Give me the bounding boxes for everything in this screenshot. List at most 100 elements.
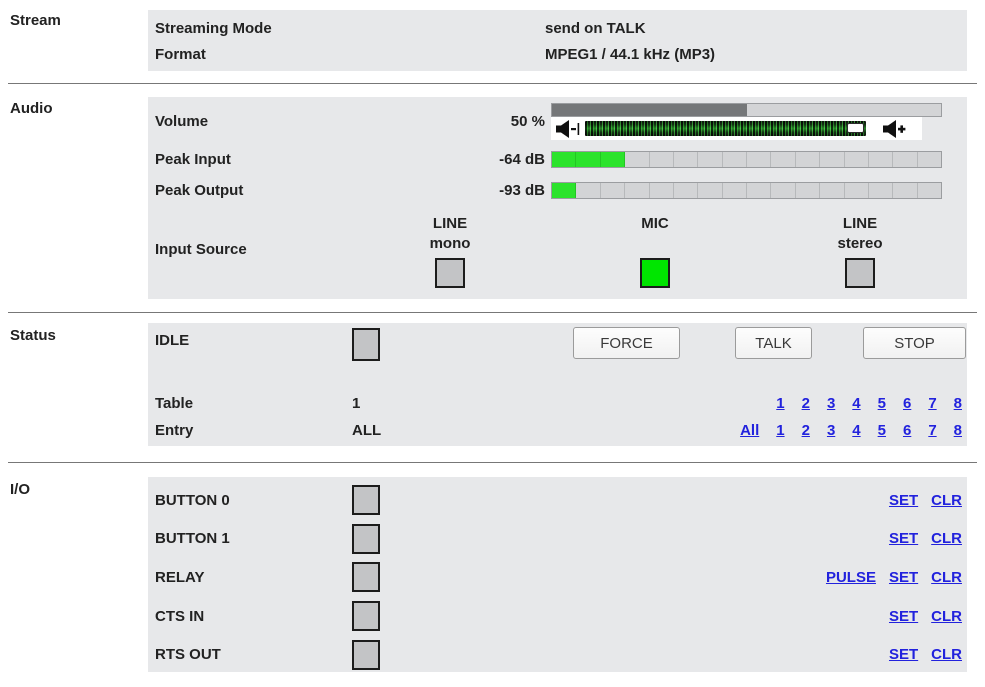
table-link-4[interactable]: 4 bbox=[852, 395, 860, 412]
entry-value: ALL bbox=[352, 422, 723, 439]
meter-segment bbox=[723, 152, 747, 167]
meter-segment bbox=[845, 183, 869, 198]
meter-segment bbox=[918, 152, 941, 167]
io-panel: BUTTON 0 SET CLR BUTTON 1 SET CLR RELAY PULSE SE… bbox=[148, 477, 967, 672]
io-link-clr[interactable]: CLR bbox=[931, 530, 962, 547]
option-sublabel: mono bbox=[405, 235, 495, 258]
entry-link-1[interactable]: 1 bbox=[776, 422, 784, 439]
table-value: 1 bbox=[352, 395, 759, 412]
meter-segment bbox=[918, 183, 941, 198]
entry-link-3[interactable]: 3 bbox=[827, 422, 835, 439]
streaming-mode-value: send on TALK bbox=[545, 20, 646, 37]
volume-bar-stack bbox=[551, 103, 942, 140]
io-link-clr[interactable]: CLR bbox=[931, 492, 962, 509]
streaming-mode-label: Streaming Mode bbox=[155, 20, 545, 37]
io-link-set[interactable]: SET bbox=[889, 608, 918, 625]
io-row: CTS IN SET CLR bbox=[155, 597, 962, 636]
io-links: PULSE SET CLR bbox=[813, 569, 962, 586]
meter-segment bbox=[552, 152, 576, 167]
entry-link-7[interactable]: 7 bbox=[928, 422, 936, 439]
entry-link-8[interactable]: 8 bbox=[954, 422, 962, 439]
io-link-clr[interactable]: CLR bbox=[931, 608, 962, 625]
meter-segment bbox=[552, 183, 576, 198]
volume-row: Volume 50 % bbox=[155, 103, 967, 140]
table-link-3[interactable]: 3 bbox=[827, 395, 835, 412]
io-row-label: CTS IN bbox=[155, 608, 352, 625]
io-row-label: BUTTON 0 bbox=[155, 492, 352, 509]
io-row-label: RELAY bbox=[155, 569, 352, 586]
option-label: MIC bbox=[610, 213, 700, 235]
volume-slider[interactable] bbox=[551, 117, 922, 140]
table-link-7[interactable]: 7 bbox=[928, 395, 936, 412]
io-links: SET CLR bbox=[876, 530, 962, 547]
peak-input-meter bbox=[551, 151, 942, 168]
section-label-io: I/O bbox=[10, 481, 30, 498]
option-sublabel: stereo bbox=[815, 235, 905, 258]
mic-select-button[interactable] bbox=[640, 258, 670, 288]
stream-panel: Streaming Mode send on TALK Format MPEG1… bbox=[148, 10, 967, 71]
stop-button[interactable]: STOP bbox=[863, 327, 966, 359]
volume-slider-handle[interactable] bbox=[847, 123, 864, 133]
io-link-set[interactable]: SET bbox=[889, 530, 918, 547]
meter-segment bbox=[698, 183, 722, 198]
io-link-set[interactable]: SET bbox=[889, 492, 918, 509]
meter-segment bbox=[747, 183, 771, 198]
divider bbox=[8, 312, 977, 313]
talk-button[interactable]: TALK bbox=[735, 327, 812, 359]
meter-segment bbox=[601, 152, 625, 167]
entry-link-2[interactable]: 2 bbox=[802, 422, 810, 439]
format-label: Format bbox=[155, 46, 545, 63]
table-link-8[interactable]: 8 bbox=[954, 395, 962, 412]
status-state-text: IDLE bbox=[155, 332, 189, 349]
io-row: RELAY PULSE SET CLR bbox=[155, 558, 962, 597]
meter-segment bbox=[771, 183, 795, 198]
io-indicator bbox=[352, 485, 380, 515]
volume-down-icon[interactable] bbox=[556, 120, 580, 138]
io-link-clr[interactable]: CLR bbox=[931, 569, 962, 586]
table-link-2[interactable]: 2 bbox=[802, 395, 810, 412]
entry-link-5[interactable]: 5 bbox=[878, 422, 886, 439]
entry-links: All 1 234 567 8 bbox=[723, 422, 962, 439]
entry-link-4[interactable]: 4 bbox=[852, 422, 860, 439]
table-link-5[interactable]: 5 bbox=[878, 395, 886, 412]
io-row-label: BUTTON 1 bbox=[155, 530, 352, 547]
meter-segment bbox=[771, 152, 795, 167]
option-label: LINE bbox=[815, 213, 905, 235]
meter-segment bbox=[723, 183, 747, 198]
table-link-1[interactable]: 1 bbox=[776, 395, 784, 412]
volume-progress-fill bbox=[552, 104, 747, 116]
peak-output-value: -93 dB bbox=[445, 182, 545, 199]
peak-input-row: Peak Input -64 dB bbox=[155, 151, 967, 168]
option-label: LINE bbox=[405, 213, 495, 235]
line-mono-select-button[interactable] bbox=[435, 258, 465, 288]
volume-up-icon[interactable] bbox=[883, 120, 907, 138]
table-link-6[interactable]: 6 bbox=[903, 395, 911, 412]
force-button[interactable]: FORCE bbox=[573, 327, 680, 359]
io-links: SET CLR bbox=[876, 492, 962, 509]
table-links: 1 234 567 8 bbox=[759, 395, 962, 412]
stream-row: Format MPEG1 / 44.1 kHz (MP3) bbox=[155, 41, 967, 67]
meter-segment bbox=[796, 152, 820, 167]
volume-slider-track[interactable] bbox=[585, 121, 866, 136]
io-indicator bbox=[352, 562, 380, 592]
io-links: SET CLR bbox=[876, 608, 962, 625]
peak-input-value: -64 dB bbox=[445, 151, 545, 168]
entry-link-all[interactable]: All bbox=[740, 422, 759, 439]
io-link-set[interactable]: SET bbox=[889, 646, 918, 663]
meter-segment bbox=[869, 152, 893, 167]
device-status-page: Stream Streaming Mode send on TALK Forma… bbox=[0, 0, 985, 687]
meter-segment bbox=[576, 183, 600, 198]
meter-segment bbox=[625, 183, 649, 198]
input-source-label: Input Source bbox=[155, 241, 247, 258]
table-label: Table bbox=[155, 395, 352, 412]
table-row: Table 1 1 234 567 8 bbox=[155, 391, 962, 415]
entry-link-6[interactable]: 6 bbox=[903, 422, 911, 439]
input-source-option-line-mono: LINE mono bbox=[405, 213, 495, 288]
line-stereo-select-button[interactable] bbox=[845, 258, 875, 288]
section-label-status: Status bbox=[10, 327, 56, 344]
io-link-clr[interactable]: CLR bbox=[931, 646, 962, 663]
volume-value: 50 % bbox=[445, 113, 545, 130]
io-link-set[interactable]: SET bbox=[889, 569, 918, 586]
meter-segment bbox=[893, 183, 917, 198]
io-link-pulse[interactable]: PULSE bbox=[826, 569, 876, 586]
